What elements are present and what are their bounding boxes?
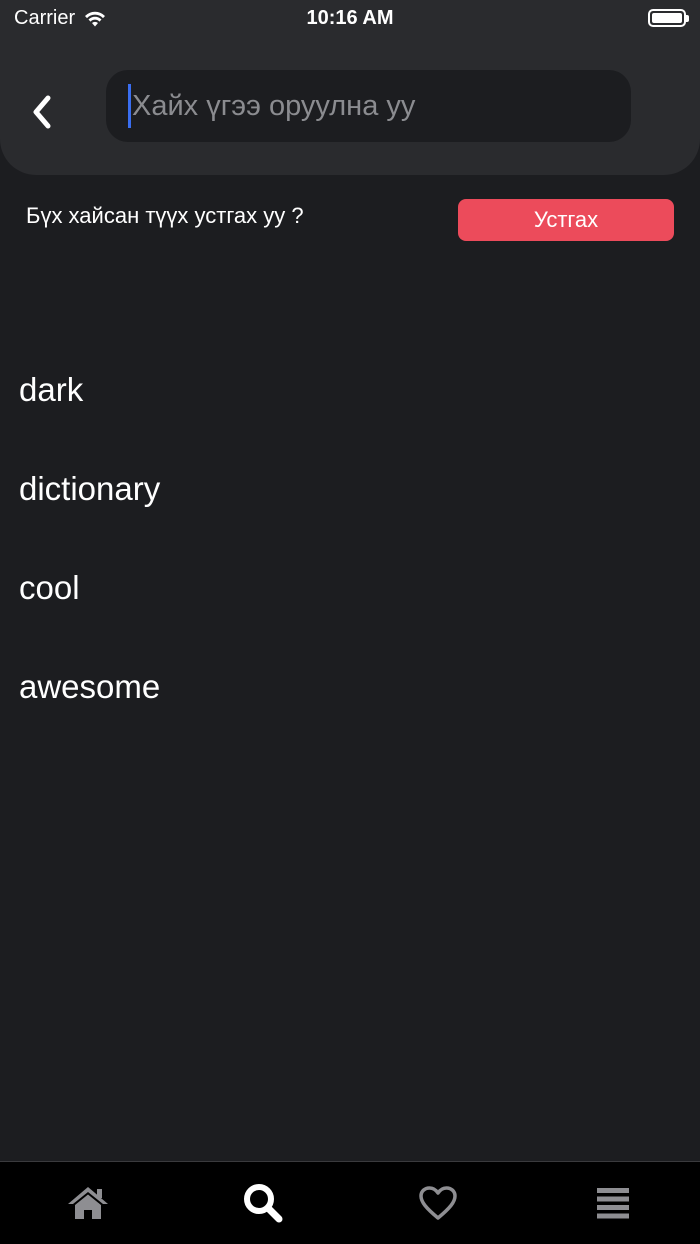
text-caret: [128, 84, 131, 128]
search-box[interactable]: [106, 70, 631, 142]
back-button[interactable]: [22, 92, 62, 132]
wifi-icon: [83, 9, 107, 27]
search-header: [0, 36, 700, 175]
heart-icon: [418, 1186, 457, 1220]
history-item[interactable]: cool: [0, 538, 700, 637]
search-input[interactable]: [132, 89, 602, 123]
menu-icon: [596, 1188, 629, 1219]
tab-home[interactable]: [0, 1162, 175, 1244]
history-item[interactable]: dark: [0, 340, 700, 439]
carrier-label: Carrier: [14, 6, 76, 29]
tab-search[interactable]: [175, 1162, 350, 1244]
tab-bar: [0, 1161, 700, 1244]
history-item[interactable]: awesome: [0, 637, 700, 736]
home-icon: [67, 1187, 108, 1219]
history-item[interactable]: dictionary: [0, 439, 700, 538]
search-history-screen: Carrier 10:16 AM Бүх хайсан түүх устгах: [0, 0, 700, 1244]
status-left: Carrier: [14, 7, 107, 30]
history-list: dark dictionary cool awesome: [0, 340, 700, 736]
tab-menu[interactable]: [525, 1162, 700, 1244]
clear-history-button[interactable]: Устгах: [458, 199, 674, 241]
status-bar: Carrier 10:16 AM: [0, 0, 700, 36]
battery-fill: [652, 13, 682, 23]
clear-history-prompt: Бүх хайсан түүх устгах уу ?: [26, 203, 304, 228]
battery-icon: [648, 9, 689, 27]
search-icon: [243, 1184, 282, 1223]
tab-favorites[interactable]: [350, 1162, 525, 1244]
chevron-left-icon: [33, 95, 51, 129]
